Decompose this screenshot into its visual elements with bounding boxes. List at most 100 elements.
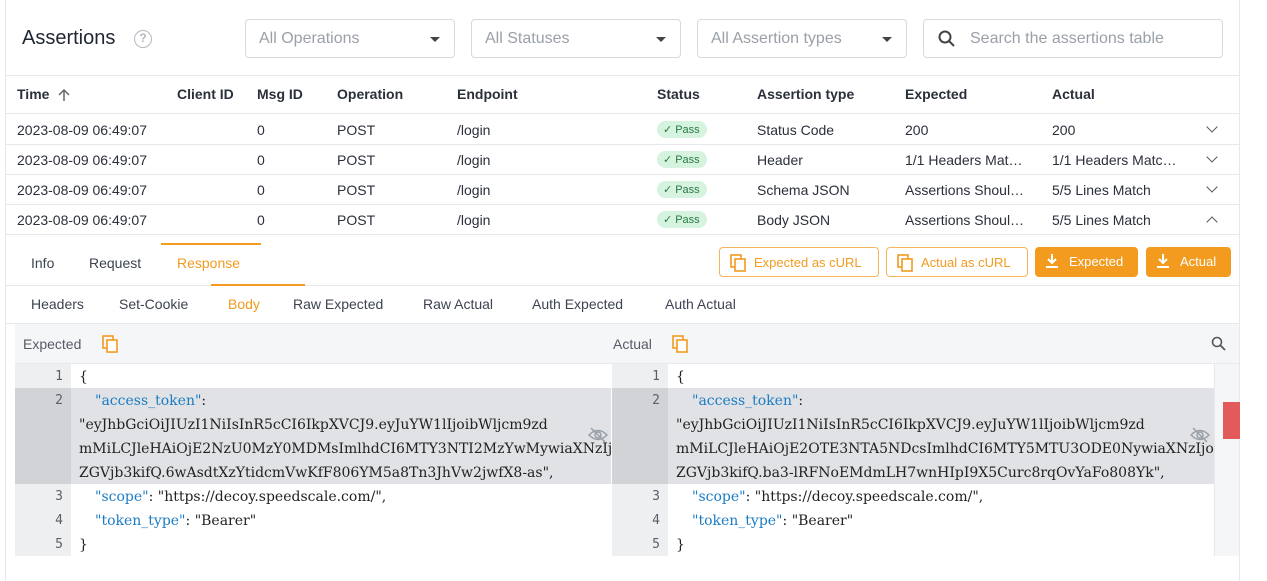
eye-off-icon[interactable] [588, 426, 608, 444]
code-line: "token_type": "Bearer" [95, 513, 257, 529]
cell-expected: Assertions Shoul… [905, 182, 1025, 198]
line-number: 4 [652, 513, 660, 528]
cell-operation: POST [337, 182, 376, 198]
subtab-headers[interactable]: Headers [31, 296, 84, 312]
expected-as-curl-button[interactable]: Expected as cURL [719, 247, 879, 277]
chevron-down-icon[interactable] [1206, 181, 1218, 193]
code-line: "scope": "https://decoy.speedscale.com/"… [692, 489, 984, 505]
operations-filter[interactable]: All Operations [245, 19, 455, 58]
diff-header: Expected Actual [15, 324, 1239, 364]
chevron-up-icon[interactable] [1206, 216, 1218, 228]
copy-icon [897, 254, 913, 272]
subtab-set-cookie[interactable]: Set-Cookie [119, 296, 188, 312]
cell-time: 2023-08-09 06:49:07 [17, 182, 147, 198]
help-icon[interactable]: ? [134, 30, 152, 48]
search-icon [938, 30, 955, 47]
subtab-auth-actual[interactable]: Auth Actual [665, 296, 736, 312]
code-line: "eyJhbGciOiJIUzI1NiIsInR5cCI6IkpXVCJ9.ey… [676, 417, 1145, 433]
cell-actual: 5/5 Lines Match [1052, 182, 1151, 198]
cell-time: 2023-08-09 06:49:07 [17, 212, 147, 228]
actual-as-curl-label: Actual as cURL [921, 255, 1011, 270]
cell-operation: POST [337, 152, 376, 168]
page-title: Assertions [22, 27, 116, 49]
line-number: 5 [652, 537, 660, 552]
line-number: 2 [55, 393, 63, 408]
actual-code-pane[interactable]: 1 2 3 4 5 { "access_token": "eyJhbGciOiJ… [612, 364, 1218, 556]
json-value: "https://decoy.speedscale.com/", [754, 489, 984, 505]
status-badge: ✓ Pass [657, 181, 707, 198]
search-input[interactable]: Search the assertions table [923, 19, 1223, 58]
chevron-down-icon[interactable] [1206, 151, 1218, 163]
code-line: ZGVjb3kifQ.6wAsdtXzYtidcmVwKfF806YM5a8Tn… [79, 465, 554, 481]
col-client-id: Client ID [177, 86, 234, 102]
download-actual-button[interactable]: Actual [1146, 247, 1231, 277]
line-number: 3 [652, 489, 660, 504]
download-icon [1157, 254, 1169, 268]
code-line: { [676, 369, 685, 385]
json-value: "Bearer" [791, 513, 854, 529]
copy-icon[interactable] [672, 335, 688, 353]
col-expected: Expected [905, 86, 968, 102]
line-number: 1 [55, 369, 63, 384]
cell-msg-id: 0 [257, 182, 265, 198]
col-operation: Operation [337, 86, 404, 102]
col-status: Status [657, 86, 700, 102]
cell-actual: 200 [1052, 122, 1076, 138]
check-icon: ✓ [663, 214, 673, 226]
download-expected-label: Expected [1069, 254, 1124, 269]
operations-filter-value: All Operations [259, 30, 360, 47]
code-line: "token_type": "Bearer" [692, 513, 854, 529]
cell-assertion-type: Status Code [757, 122, 835, 138]
col-time[interactable]: Time [17, 86, 49, 102]
actual-as-curl-button[interactable]: Actual as cURL [886, 247, 1028, 277]
sort-ascending-icon[interactable] [58, 88, 70, 102]
status-badge: ✓ Pass [657, 151, 707, 168]
code-line: "scope": "https://decoy.speedscale.com/"… [95, 489, 387, 505]
json-value: "Bearer" [194, 513, 257, 529]
cell-assertion-type: Body JSON [757, 212, 831, 228]
status-badge: ✓ Pass [657, 211, 707, 228]
cell-assertion-type: Schema JSON [757, 182, 850, 198]
search-icon[interactable] [1211, 336, 1227, 352]
code-line: mMiLCJleHAiOjE2OTE3NTA5NDcsImlhdCI6MTY5M… [676, 441, 1219, 457]
line-number: 5 [55, 537, 63, 552]
chevron-down-icon[interactable] [1206, 121, 1218, 133]
table-row[interactable]: 2023-08-09 06:49:07 0 POST /login ✓ Pass … [6, 145, 1239, 175]
expected-pane-label: Expected [23, 336, 82, 352]
copy-icon[interactable] [102, 335, 118, 353]
check-icon: ✓ [663, 124, 673, 136]
subtab-body[interactable]: Body [228, 296, 260, 312]
json-value: "https://decoy.speedscale.com/", [157, 489, 387, 505]
caret-down-icon [430, 37, 440, 42]
tab-response[interactable]: Response [177, 255, 240, 271]
statuses-filter-value: All Statuses [485, 30, 570, 47]
statuses-filter[interactable]: All Statuses [471, 19, 681, 58]
cell-msg-id: 0 [257, 212, 265, 228]
subtab-raw-actual[interactable]: Raw Actual [423, 296, 493, 312]
tab-request[interactable]: Request [89, 255, 141, 271]
cell-operation: POST [337, 122, 376, 138]
json-key: "scope" [95, 489, 149, 505]
table-row[interactable]: 2023-08-09 06:49:07 0 POST /login ✓ Pass … [6, 205, 1239, 235]
assertions-header: Assertions ? All Operations All Statuses… [6, 0, 1239, 76]
col-endpoint: Endpoint [457, 86, 518, 102]
actual-pane-label: Actual [613, 336, 652, 352]
caret-down-icon [882, 37, 892, 42]
subtab-auth-expected[interactable]: Auth Expected [532, 296, 623, 312]
cell-endpoint: /login [457, 212, 491, 228]
expected-code-pane[interactable]: 1 2 3 4 5 { "access_token": "eyJhbGciOiJ… [15, 364, 625, 556]
cell-expected: 1/1 Headers Mat… [905, 152, 1023, 168]
json-key: "access_token" [95, 393, 202, 409]
table-row[interactable]: 2023-08-09 06:49:07 0 POST /login ✓ Pass … [6, 175, 1239, 205]
line-number: 1 [652, 369, 660, 384]
subtab-raw-expected[interactable]: Raw Expected [293, 296, 383, 312]
check-icon: ✓ [663, 184, 673, 196]
table-row[interactable]: 2023-08-09 06:49:07 0 POST /login ✓ Pass … [6, 115, 1239, 145]
diff-overview-scrollbar[interactable] [1214, 364, 1240, 556]
tab-info[interactable]: Info [31, 255, 54, 271]
cell-expected: 200 [905, 122, 929, 138]
diff-marker [1223, 402, 1240, 439]
download-expected-button[interactable]: Expected [1035, 247, 1138, 277]
eye-off-icon[interactable] [1190, 426, 1210, 444]
assertion-types-filter[interactable]: All Assertion types [697, 19, 907, 58]
